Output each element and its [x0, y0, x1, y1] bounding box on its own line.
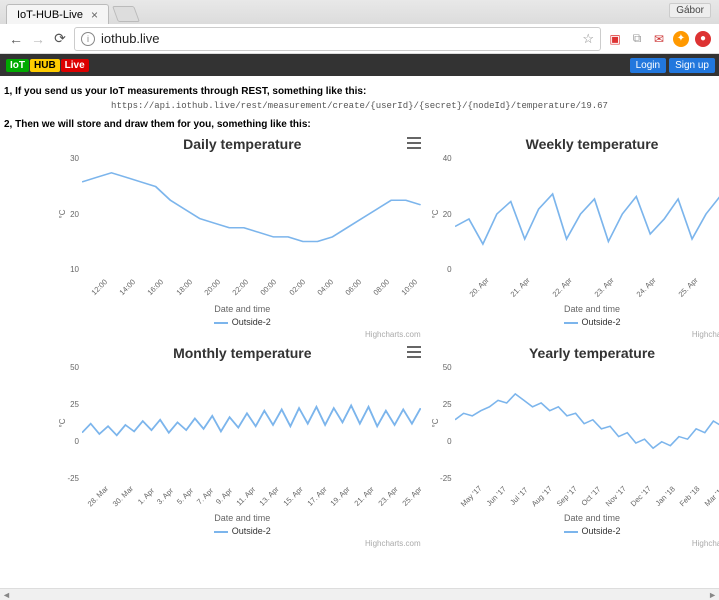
- chart-plot-area: °C50250-25: [437, 363, 719, 483]
- scroll-right-icon[interactable]: ►: [708, 590, 717, 600]
- url-text: iothub.live: [101, 31, 160, 46]
- site-info-icon[interactable]: i: [81, 32, 95, 46]
- y-axis-label: °C: [58, 419, 67, 428]
- chart-0: Daily temperature °C30201012:0014:0016:00…: [64, 134, 421, 339]
- chart-1: Weekly temperature °C4020020. Apr21. Apr2…: [437, 134, 719, 339]
- chart-title: Daily temperature: [64, 136, 421, 152]
- x-axis-ticks: May '17Jun '17Jul '17Aug '17Sep '17Oct '…: [437, 483, 719, 515]
- step-1-text: 1, If you send us your IoT measurements …: [4, 86, 715, 97]
- x-axis-ticks: 20. Apr21. Apr22. Apr23. Apr24. Apr25. A…: [437, 274, 719, 306]
- chart-title: Yearly temperature: [437, 345, 719, 361]
- scroll-left-icon[interactable]: ◄: [2, 590, 11, 600]
- chart-credit[interactable]: Highcharts.com: [437, 539, 719, 548]
- reload-icon[interactable]: ⟳: [52, 31, 68, 47]
- ext-icon-3[interactable]: ✉: [651, 31, 667, 47]
- y-axis-label: °C: [431, 210, 440, 219]
- logo-hub: HUB: [30, 59, 60, 72]
- x-axis-ticks: 28. Mar30. Mar1. Apr3. Apr5. Apr7. Apr9.…: [64, 483, 421, 515]
- chart-plot-area: °C40200: [437, 154, 719, 274]
- api-example: https://api.iothub.live/rest/measurement…: [4, 101, 715, 111]
- legend-label: Outside-2: [582, 317, 621, 327]
- chart-title: Monthly temperature: [64, 345, 421, 361]
- chart-line: [455, 154, 719, 274]
- horizontal-scrollbar[interactable]: ◄ ►: [0, 588, 719, 600]
- ext-icon-2[interactable]: ⧉: [629, 31, 645, 47]
- forward-icon[interactable]: →: [30, 31, 46, 47]
- legend-swatch: [564, 531, 578, 533]
- app-header: IoT HUB Live Login Sign up: [0, 54, 719, 76]
- address-bar: ← → ⟳ i iothub.live ☆ ▣ ⧉ ✉ ✦ ●: [0, 24, 719, 54]
- tab-title: IoT-HUB-Live: [17, 9, 83, 21]
- chart-3: Yearly temperature °C50250-25May '17Jun '…: [437, 343, 719, 548]
- chart-credit[interactable]: Highcharts.com: [437, 330, 719, 339]
- legend-label: Outside-2: [582, 526, 621, 536]
- login-button[interactable]: Login: [630, 58, 666, 73]
- hamburger-icon[interactable]: [407, 136, 421, 150]
- hamburger-icon[interactable]: [407, 345, 421, 359]
- profile-badge[interactable]: Gábor: [669, 3, 711, 18]
- bookmark-star-icon[interactable]: ☆: [582, 31, 594, 47]
- x-axis-label: Date and time: [64, 513, 421, 523]
- x-axis-ticks: 12:0014:0016:0018:0020:0022:0000:0002:00…: [64, 274, 421, 306]
- legend-swatch: [214, 531, 228, 533]
- logo-live: Live: [61, 59, 89, 72]
- chart-line: [82, 363, 421, 483]
- chart-credit[interactable]: Highcharts.com: [64, 330, 421, 339]
- extensions: ▣ ⧉ ✉ ✦ ●: [607, 31, 711, 47]
- browser-tab[interactable]: IoT-HUB-Live ×: [6, 4, 109, 24]
- browser-tab-bar: IoT-HUB-Live × Gábor: [0, 0, 719, 24]
- legend-label: Outside-2: [232, 317, 271, 327]
- chart-legend[interactable]: Outside-2: [437, 317, 719, 327]
- chart-credit[interactable]: Highcharts.com: [64, 539, 421, 548]
- x-axis-label: Date and time: [437, 513, 719, 523]
- chart-plot-area: °C302010: [64, 154, 421, 274]
- chart-line: [455, 363, 719, 483]
- legend-swatch: [564, 322, 578, 324]
- step-2-text: 2, Then we will store and draw them for …: [4, 119, 715, 130]
- chart-legend[interactable]: Outside-2: [64, 317, 421, 327]
- auth-buttons: Login Sign up: [630, 58, 715, 73]
- chart-title: Weekly temperature: [437, 136, 719, 152]
- logo-iot: IoT: [6, 59, 29, 72]
- chart-plot-area: °C50250-25: [64, 363, 421, 483]
- signup-button[interactable]: Sign up: [669, 58, 715, 73]
- back-icon[interactable]: ←: [8, 31, 24, 47]
- chart-2: Monthly temperature °C50250-2528. Mar30. …: [64, 343, 421, 548]
- app-logo[interactable]: IoT HUB Live: [4, 57, 91, 74]
- close-icon[interactable]: ×: [91, 8, 98, 22]
- x-axis-label: Date and time: [64, 304, 421, 314]
- charts-grid: Daily temperature °C30201012:0014:0016:00…: [4, 134, 715, 548]
- page-content: 1, If you send us your IoT measurements …: [0, 76, 719, 548]
- url-input[interactable]: i iothub.live ☆: [74, 27, 601, 51]
- y-axis-label: °C: [431, 419, 440, 428]
- ext-icon-5[interactable]: ●: [695, 31, 711, 47]
- legend-label: Outside-2: [232, 526, 271, 536]
- chart-legend[interactable]: Outside-2: [64, 526, 421, 536]
- chart-line: [82, 154, 421, 274]
- x-axis-label: Date and time: [437, 304, 719, 314]
- legend-swatch: [214, 322, 228, 324]
- chart-legend[interactable]: Outside-2: [437, 526, 719, 536]
- ext-icon-4[interactable]: ✦: [673, 31, 689, 47]
- ext-icon-1[interactable]: ▣: [607, 31, 623, 47]
- y-axis-label: °C: [58, 210, 67, 219]
- new-tab-button[interactable]: [112, 6, 140, 22]
